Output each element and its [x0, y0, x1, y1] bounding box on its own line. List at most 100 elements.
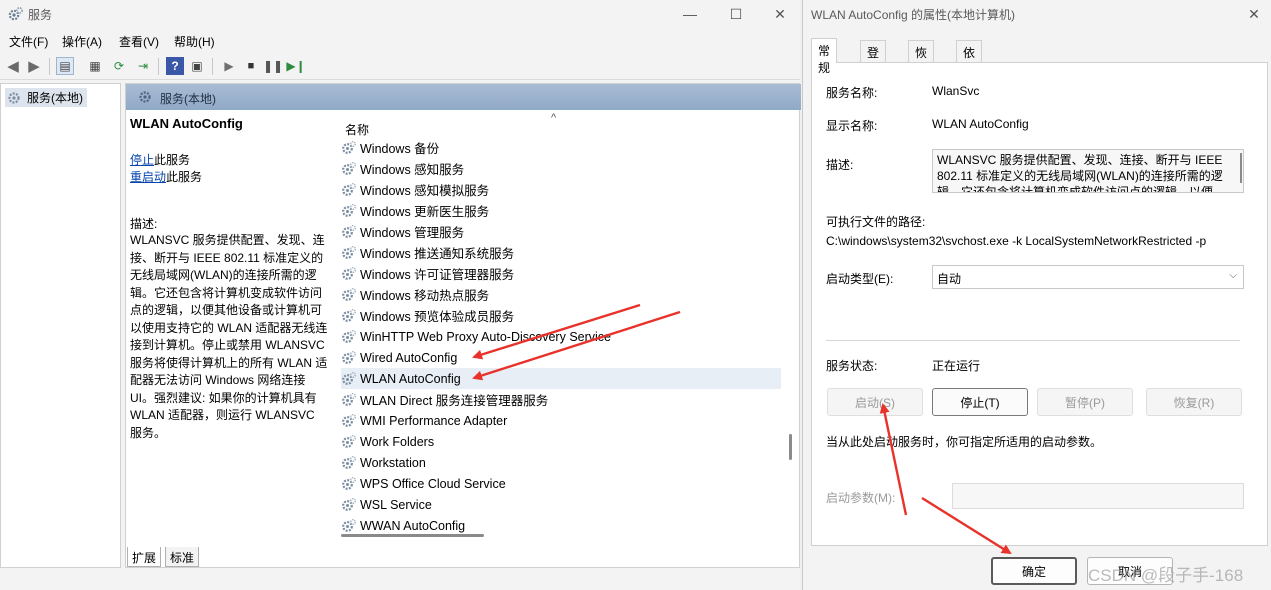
service-row[interactable]: WLAN Direct 服务连接管理器服务 — [341, 389, 781, 410]
tab-general[interactable]: 常规 — [811, 38, 838, 75]
restart-service-button[interactable]: ▶❙ — [286, 57, 306, 75]
service-gear-icon — [342, 476, 356, 490]
services-gear-icon — [8, 91, 20, 104]
executable-path-label: 可执行文件的路径: — [826, 215, 926, 229]
service-row[interactable]: Windows 感知服务 — [341, 158, 781, 179]
stop-button[interactable]: 停止(T) — [932, 388, 1028, 416]
forward-button[interactable]: ▶ — [25, 57, 43, 75]
service-row[interactable]: WPS Office Cloud Service — [341, 473, 781, 494]
tab-logon[interactable]: 登录 — [860, 40, 887, 77]
help-icon: ? — [171, 59, 179, 73]
list-header: 名称 ^ — [341, 112, 781, 138]
service-name: Windows 感知模拟服务 — [360, 184, 490, 198]
service-row[interactable]: Wired AutoConfig — [341, 347, 781, 368]
toolbar-separator — [212, 58, 213, 75]
start-button[interactable]: 启动(S) — [827, 388, 923, 416]
menu-action[interactable]: 操作(A) — [62, 33, 102, 50]
restart-link-suffix: 此服务 — [166, 170, 203, 184]
service-row[interactable]: WinHTTP Web Proxy Auto-Discovery Service — [341, 326, 781, 347]
show-tree-button[interactable]: ▤ — [56, 57, 74, 75]
close-button[interactable]: ✕ — [757, 0, 803, 28]
stop-service-button[interactable]: ■ — [242, 57, 260, 75]
service-row[interactable]: WWAN AutoConfig — [341, 515, 781, 536]
service-name: Work Folders — [360, 434, 435, 449]
console-tree-icon: ▤ — [59, 59, 71, 73]
service-status-value: 正在运行 — [932, 359, 981, 373]
content-header: 服务(本地) — [126, 84, 801, 110]
service-name: Windows 推送通知系统服务 — [360, 247, 515, 261]
service-row[interactable]: Workstation — [341, 452, 781, 473]
help-button[interactable]: ? — [166, 57, 184, 75]
tree-item-services-local[interactable]: 服务(本地) — [5, 88, 87, 107]
sort-ascending-icon: ^ — [551, 112, 557, 124]
tab-dependencies[interactable]: 依存关系 — [956, 40, 983, 111]
start-params-label: 启动参数(M): — [826, 491, 896, 505]
service-name: Workstation — [360, 455, 426, 470]
service-row[interactable]: Windows 感知模拟服务 — [341, 179, 781, 200]
minimize-button[interactable]: — — [667, 0, 713, 28]
view-button[interactable]: ▣ — [188, 57, 206, 75]
menu-help[interactable]: 帮助(H) — [174, 33, 215, 50]
restart-service-link[interactable]: 重启动 — [130, 170, 166, 184]
console-tree: 服务(本地) — [0, 83, 121, 568]
menu-view[interactable]: 查看(V) — [119, 33, 159, 50]
properties-button[interactable]: ▦ — [86, 57, 104, 75]
service-gear-icon — [342, 308, 356, 322]
service-row[interactable]: Work Folders — [341, 431, 781, 452]
resume-button[interactable]: 恢复(R) — [1146, 388, 1242, 416]
tab-recovery[interactable]: 恢复 — [908, 40, 935, 77]
menu-file[interactable]: 文件(F) — [9, 33, 48, 50]
tab-standard[interactable]: 标准 — [165, 547, 200, 567]
service-row[interactable]: Windows 预览体验成员服务 — [341, 305, 781, 326]
dialog-close-button[interactable]: ✕ — [1236, 0, 1271, 28]
back-button[interactable]: ◀ — [4, 57, 22, 75]
toolbar-separator — [158, 58, 159, 75]
pause-button[interactable]: 暂停(P) — [1037, 388, 1133, 416]
tab-extended[interactable]: 扩展 — [127, 547, 162, 567]
ok-button[interactable]: 确定 — [991, 557, 1077, 585]
maximize-button[interactable]: ☐ — [713, 0, 759, 28]
dialog-title: WLAN AutoConfig 的属性(本地计算机) — [811, 8, 1016, 22]
start-service-button[interactable]: ▶ — [220, 57, 238, 75]
desc-label: 描述: — [130, 217, 158, 231]
refresh-button[interactable]: ⟳ — [110, 57, 128, 75]
toolbar-separator — [49, 58, 50, 75]
startup-type-select[interactable]: 自动 ⌵ — [932, 265, 1244, 289]
service-row[interactable]: Windows 许可证管理器服务 — [341, 263, 781, 284]
service-gear-icon — [342, 224, 356, 238]
service-name: Windows 许可证管理器服务 — [360, 268, 515, 282]
horizontal-scrollbar-thumb[interactable] — [341, 534, 484, 537]
service-row[interactable]: Windows 备份 — [341, 137, 781, 158]
service-row[interactable]: Windows 管理服务 — [341, 221, 781, 242]
menu-bar: 文件(F) 操作(A) 查看(V) 帮助(H) — [0, 30, 800, 52]
pause-service-button[interactable]: ❚❚ — [262, 57, 284, 75]
service-row[interactable]: WSL Service — [341, 494, 781, 515]
service-row[interactable]: WMI Performance Adapter — [341, 410, 781, 431]
description-text: WLANSVC 服务提供配置、发现、连接、断开与 IEEE 802.11 标准定… — [130, 233, 328, 440]
service-row[interactable]: Windows 推送通知系统服务 — [341, 242, 781, 263]
service-row[interactable]: Windows 更新医生服务 — [341, 200, 781, 221]
service-gear-icon — [342, 350, 356, 364]
service-name-value: WlanSvc — [932, 84, 980, 98]
service-gear-icon — [342, 203, 356, 217]
service-gear-icon — [342, 455, 356, 469]
service-status-label: 服务状态: — [826, 359, 878, 373]
back-arrow-icon: ◀ — [7, 58, 19, 75]
pause-icon: ❚❚ — [262, 59, 284, 73]
services-window: 服务 — ☐ ✕ 文件(F) 操作(A) 查看(V) 帮助(H) ◀ ▶ ▤ ▦… — [0, 0, 803, 590]
refresh-icon: ⟳ — [113, 59, 125, 73]
service-row[interactable]: WLAN AutoConfig — [341, 368, 781, 389]
service-name: WWAN AutoConfig — [360, 518, 466, 533]
start-params-input[interactable] — [952, 483, 1244, 509]
service-name: Windows 管理服务 — [360, 226, 465, 240]
description-scrollbar[interactable] — [1240, 153, 1242, 183]
stop-service-link[interactable]: 停止 — [130, 153, 154, 167]
vertical-scrollbar-thumb[interactable] — [789, 434, 792, 460]
description-box[interactable]: WLANSVC 服务提供配置、发现、连接、断开与 IEEE 802.11 标准定… — [932, 149, 1244, 193]
column-header-name[interactable]: 名称 — [345, 121, 369, 138]
window-title: 服务 — [28, 8, 53, 22]
properties-dialog: WLAN AutoConfig 的属性(本地计算机) ✕ 常规 登录 恢复 依存… — [802, 0, 1271, 590]
service-row[interactable]: Windows 移动热点服务 — [341, 284, 781, 305]
restart-icon: ▶❙ — [286, 59, 306, 73]
export-button[interactable]: ⇥ — [134, 57, 152, 75]
